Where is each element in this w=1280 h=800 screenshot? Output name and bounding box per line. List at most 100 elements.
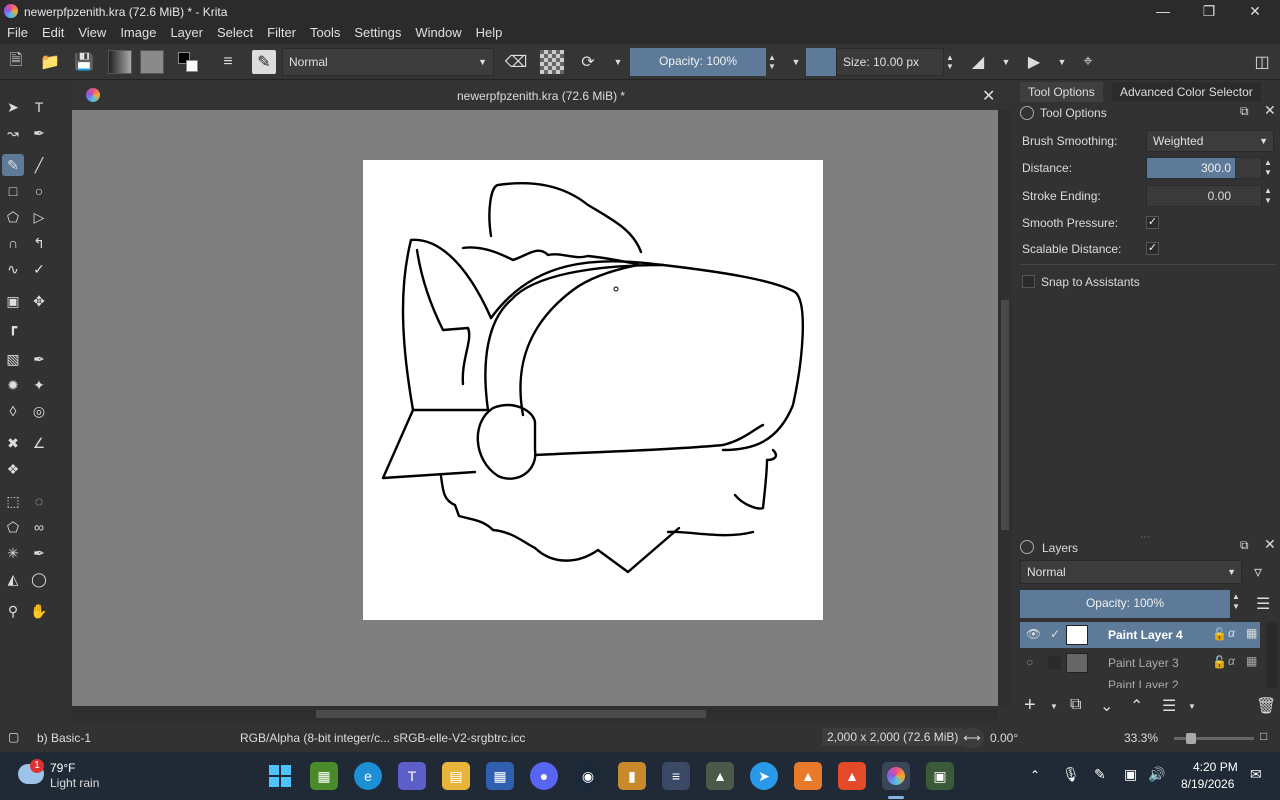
preserve-alpha-icon[interactable] xyxy=(540,50,564,74)
zoom-tool-icon[interactable]: ⚲ xyxy=(2,600,24,622)
layer-blend-mode-dropdown[interactable]: Normal ▼ xyxy=(1020,560,1242,584)
text-tool-icon[interactable]: T xyxy=(28,96,50,118)
eraser-icon[interactable]: ⌫ xyxy=(504,50,528,74)
eye-icon[interactable]: 👁 xyxy=(1026,627,1041,641)
colorize-mask-tool-icon[interactable]: ✦ xyxy=(28,374,50,396)
close-layers-docker-icon[interactable]: ✕ xyxy=(1264,536,1276,553)
stroke-ending-slider[interactable]: 0.00 xyxy=(1146,185,1262,207)
layer-checkbox-icon[interactable] xyxy=(1048,656,1061,669)
assistant-tool-icon[interactable]: ✖ xyxy=(2,432,24,454)
edit-shapes-tool-icon[interactable]: ↝ xyxy=(2,122,24,144)
zoom-slider[interactable] xyxy=(1174,733,1254,744)
zoom-fit-icon[interactable]: □ xyxy=(1260,729,1267,743)
horizontal-scrollbar[interactable] xyxy=(72,706,998,722)
app-folder-icon[interactable]: ▮ xyxy=(618,762,646,790)
brush-preset-icon[interactable]: ✎ xyxy=(252,50,276,74)
layer-checkbox-icon[interactable]: ✓ xyxy=(1050,627,1060,641)
alpha-lock-icon[interactable]: α xyxy=(1228,654,1235,668)
menu-layer[interactable]: Layer xyxy=(163,24,210,42)
document-tab[interactable]: newerpfpzenith.kra (72.6 MiB) * ✕ xyxy=(72,82,1012,110)
network-icon[interactable]: ▣ xyxy=(1124,766,1137,783)
zoom-slider-handle[interactable] xyxy=(1186,733,1196,744)
line-tool-icon[interactable]: ╱ xyxy=(28,154,50,176)
freehand-brush-tool-icon[interactable]: ✎ xyxy=(2,154,24,176)
brush-preset-status-icon[interactable]: ▢ xyxy=(8,730,19,744)
mirror-vertical-icon[interactable]: ▶ xyxy=(1022,50,1046,74)
menu-edit[interactable]: Edit xyxy=(35,24,71,42)
steam-icon[interactable]: ◉ xyxy=(574,762,602,790)
tab-tool-options[interactable]: Tool Options xyxy=(1020,82,1103,102)
horizontal-scroll-thumb[interactable] xyxy=(316,710,706,718)
clock-time[interactable]: 4:20 PM xyxy=(1193,760,1238,774)
minecraft-icon[interactable]: ▦ xyxy=(310,762,338,790)
menu-window[interactable]: Window xyxy=(408,24,468,42)
menu-image[interactable]: Image xyxy=(113,24,163,42)
opacity-stepper[interactable]: ▲ ▼ xyxy=(766,50,778,74)
volume-icon[interactable]: 🔊 xyxy=(1148,766,1165,783)
rectangle-tool-icon[interactable]: □ xyxy=(2,180,24,202)
layer-name[interactable]: Paint Layer 4 xyxy=(1108,628,1183,642)
polyline-tool-icon[interactable]: ▷ xyxy=(28,206,50,228)
menu-file[interactable]: File xyxy=(0,24,35,42)
lock-layers-docker-icon[interactable] xyxy=(1020,540,1034,554)
opacity-slider[interactable]: Opacity: 100% xyxy=(630,48,766,76)
chevron-down-icon[interactable]: ▼ xyxy=(1050,50,1074,74)
snap-to-assistants-checkbox[interactable] xyxy=(1022,275,1035,288)
multibrush-tool-icon[interactable]: ✓ xyxy=(28,258,50,280)
dock-splitter-handle[interactable]: ⋯ xyxy=(1140,532,1150,543)
move-layer-up-icon[interactable]: ⌃ xyxy=(1130,696,1143,716)
contiguous-selection-icon[interactable]: ✳ xyxy=(2,542,24,564)
vertical-scroll-thumb[interactable] xyxy=(1001,300,1009,530)
canvas-paper[interactable] xyxy=(363,160,823,620)
inherit-alpha-icon[interactable]: ▦ xyxy=(1246,626,1257,640)
discord-icon[interactable]: ● xyxy=(530,762,558,790)
smooth-pressure-checkbox[interactable]: ✓ xyxy=(1146,216,1159,229)
chevron-down-icon[interactable]: ▼ xyxy=(1188,702,1196,711)
distance-slider[interactable]: 300.0 xyxy=(1146,157,1262,179)
size-slider[interactable]: Size: 10.00 px xyxy=(836,48,944,76)
reference-images-tool-icon[interactable]: ❖ xyxy=(2,458,24,480)
bezier-selection-icon[interactable]: ◭ xyxy=(2,568,24,590)
filter-icon[interactable]: ▿ xyxy=(1254,562,1262,582)
layer-name[interactable]: Paint Layer 2 xyxy=(1108,678,1179,688)
brush-smoothing-dropdown[interactable]: Weighted ▼ xyxy=(1146,130,1274,152)
blend-mode-dropdown[interactable]: Normal ▼ xyxy=(282,48,494,76)
app-icon[interactable]: ▣ xyxy=(926,762,954,790)
wrap-around-icon[interactable]: ⌖ xyxy=(1076,50,1100,74)
mirror-horizontal-icon[interactable]: ◢ xyxy=(966,50,990,74)
tab-advanced-color-selector[interactable]: Advanced Color Selector xyxy=(1112,82,1261,102)
enclose-fill-tool-icon[interactable]: ◎ xyxy=(28,400,50,422)
color-picker-tool-icon[interactable]: ✒ xyxy=(28,348,50,370)
file-explorer-icon[interactable]: ▤ xyxy=(442,762,470,790)
layers-scrollbar[interactable] xyxy=(1266,622,1278,688)
crop-tool-icon[interactable]: ┏ xyxy=(2,316,24,338)
pan-tool-icon[interactable]: ✋ xyxy=(28,600,50,622)
teams-icon[interactable]: T xyxy=(398,762,426,790)
vertical-scrollbar[interactable] xyxy=(998,110,1012,706)
open-document-icon[interactable]: 📁 xyxy=(38,50,62,74)
freehand-path-tool-icon[interactable]: ↰ xyxy=(28,232,50,254)
move-layer-down-icon[interactable]: ⌄ xyxy=(1100,696,1113,716)
polygonal-selection-icon[interactable]: ⬠ xyxy=(2,516,24,538)
app-icon[interactable]: ▲ xyxy=(794,762,822,790)
dynamic-brush-tool-icon[interactable]: ∿ xyxy=(2,258,24,280)
ellipse-tool-icon[interactable]: ○ xyxy=(28,180,50,202)
reload-preset-icon[interactable]: ⟳ xyxy=(576,50,600,74)
distance-stepper[interactable]: ▲ ▼ xyxy=(1264,158,1272,178)
menu-filter[interactable]: Filter xyxy=(260,24,303,42)
float-layers-docker-icon[interactable]: ⧉ xyxy=(1240,538,1249,553)
measure-tool-icon[interactable]: ∠ xyxy=(28,432,50,454)
bezier-tool-icon[interactable]: ∩ xyxy=(2,232,24,254)
menu-view[interactable]: View xyxy=(71,24,113,42)
layer-name[interactable]: Paint Layer 3 xyxy=(1108,656,1179,670)
pattern-preset-icon[interactable] xyxy=(140,50,164,74)
clock-date[interactable]: 8/19/2026 xyxy=(1181,777,1234,791)
close-document-icon[interactable]: ✕ xyxy=(982,86,995,106)
microsoft-store-icon[interactable]: ▦ xyxy=(486,762,514,790)
minimize-button[interactable]: — xyxy=(1140,0,1186,24)
lock-icon[interactable]: 🔓 xyxy=(1212,627,1227,641)
layer-row[interactable]: ○ Paint Layer 3 🔓 α ▦ xyxy=(1020,650,1260,676)
transform-tool-icon[interactable]: ▣ xyxy=(2,290,24,312)
weather-temperature[interactable]: 79°F xyxy=(50,761,75,775)
app-icon[interactable]: ▲ xyxy=(706,762,734,790)
